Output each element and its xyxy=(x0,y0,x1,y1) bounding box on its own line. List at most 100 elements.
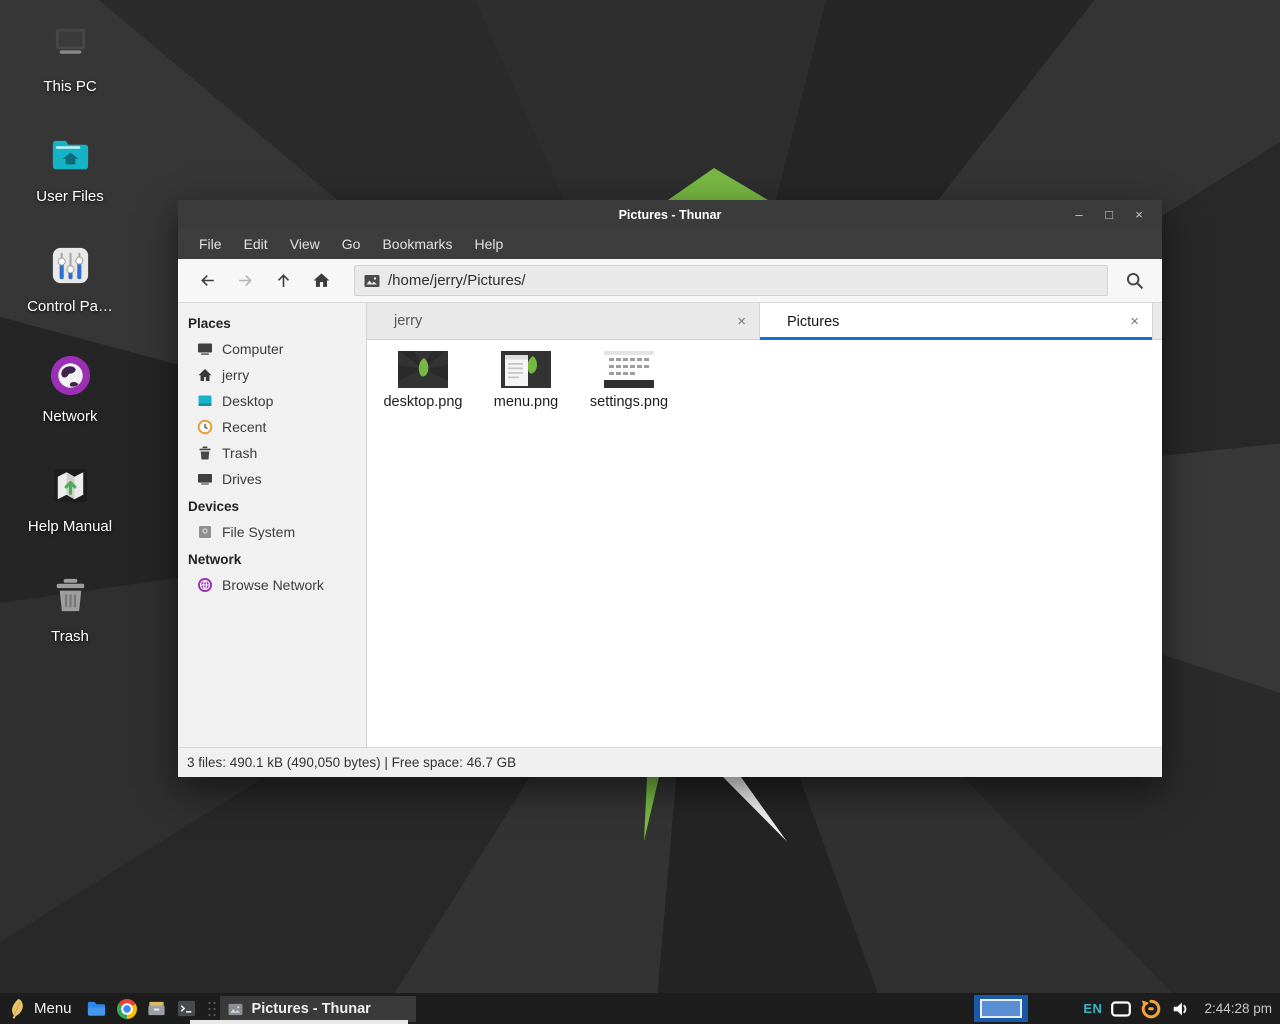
status-text: 3 files: 490.1 kB (490,050 bytes) | Free… xyxy=(187,755,516,770)
menu-edit[interactable]: Edit xyxy=(233,229,279,259)
menu-go[interactable]: Go xyxy=(331,229,372,259)
file-name: desktop.png xyxy=(383,394,462,410)
desktop-icon-help-manual[interactable]: Help Manual xyxy=(14,462,126,562)
sidebar-item-label: Browse Network xyxy=(222,577,324,593)
up-button[interactable] xyxy=(264,264,302,298)
status-bar: 3 files: 490.1 kB (490,050 bytes) | Free… xyxy=(178,747,1162,777)
file-menu-png[interactable]: menu.png xyxy=(476,348,576,410)
tab-label: jerry xyxy=(367,313,422,329)
sidebar-item-trash[interactable]: Trash xyxy=(178,440,366,466)
forward-button[interactable] xyxy=(226,264,264,298)
keyboard-layout-indicator[interactable]: EN xyxy=(1083,1001,1102,1016)
sidebar-item-label: Drives xyxy=(222,471,262,487)
file-desktop-png[interactable]: desktop.png xyxy=(373,348,473,410)
file-manager-icon xyxy=(86,998,107,1019)
start-menu-button[interactable]: Menu xyxy=(0,993,82,1024)
launcher-chrome[interactable] xyxy=(112,993,142,1024)
toolbar: /home/jerry/Pictures/ xyxy=(178,259,1162,303)
sidebar-item-file-system[interactable]: File System xyxy=(178,519,366,545)
image-thumbnail xyxy=(604,351,654,388)
desktop-icon-control-panel[interactable]: Control Pa… xyxy=(14,242,126,342)
desktop-icon-trash[interactable]: Trash xyxy=(14,572,126,672)
tasklist-handle[interactable] xyxy=(207,1000,217,1018)
window-title: Pictures - Thunar xyxy=(178,208,1162,222)
sidebar-item-label: File System xyxy=(222,524,295,540)
search-icon xyxy=(1124,270,1145,291)
close-button[interactable]: × xyxy=(1128,207,1150,222)
back-button[interactable] xyxy=(188,264,226,298)
sidebar-item-label: jerry xyxy=(222,367,249,383)
titlebar[interactable]: Pictures - Thunar – □ × xyxy=(178,200,1162,229)
maximize-button[interactable]: □ xyxy=(1098,207,1120,222)
computer-icon xyxy=(47,22,94,69)
tab-close-icon[interactable]: × xyxy=(1130,314,1139,329)
sidebar-item-label: Trash xyxy=(222,445,257,461)
sidebar-item-browse-network[interactable]: Browse Network xyxy=(178,572,366,598)
recent-clock-icon xyxy=(197,419,213,435)
sidebar-item-label: Computer xyxy=(222,341,283,357)
desktop-icon xyxy=(197,393,213,409)
sidebar-item-computer[interactable]: Computer xyxy=(178,336,366,362)
terminal-icon xyxy=(176,998,197,1019)
search-button[interactable] xyxy=(1116,264,1152,298)
menu-help[interactable]: Help xyxy=(464,229,515,259)
sidebar-item-recent[interactable]: Recent xyxy=(178,414,366,440)
start-menu-label: Menu xyxy=(34,1000,72,1017)
display-icon xyxy=(1111,1001,1131,1017)
manual-book-icon xyxy=(47,462,94,509)
tab-pictures[interactable]: Pictures × xyxy=(760,303,1153,340)
desktop-icon-user-files[interactable]: User Files xyxy=(14,132,126,232)
archive-box-icon xyxy=(146,998,167,1019)
home-icon xyxy=(197,367,213,383)
trash-icon xyxy=(197,445,213,461)
menu-file[interactable]: File xyxy=(188,229,233,259)
window-body: Places Computer jerry Desktop xyxy=(178,303,1162,747)
current-path[interactable]: /home/jerry/Pictures/ xyxy=(388,272,526,289)
tab-close-icon[interactable]: × xyxy=(737,314,746,329)
home-button[interactable] xyxy=(302,264,340,298)
tab-bar: jerry × Pictures × xyxy=(367,303,1162,340)
sidebar-item-drives[interactable]: Drives xyxy=(178,466,366,492)
volume-tray-icon[interactable] xyxy=(1171,999,1191,1019)
menubar: File Edit View Go Bookmarks Help xyxy=(178,229,1162,259)
file-settings-png[interactable]: settings.png xyxy=(579,348,679,410)
sidebar-item-label: Recent xyxy=(222,419,266,435)
desktop-icon-this-pc[interactable]: This PC xyxy=(14,22,126,122)
path-bar[interactable]: /home/jerry/Pictures/ xyxy=(354,265,1108,296)
taskbar: Menu Pictures - Thunar EN xyxy=(0,993,1280,1024)
image-folder-icon xyxy=(364,274,380,288)
desktop-icon-network[interactable]: Network xyxy=(14,352,126,452)
drives-icon xyxy=(197,471,213,487)
computer-icon xyxy=(197,341,213,357)
sidebar: Places Computer jerry Desktop xyxy=(178,303,367,747)
workspace-switcher[interactable] xyxy=(974,995,1028,1022)
sidebar-item-jerry[interactable]: jerry xyxy=(178,362,366,388)
sidebar-item-label: Desktop xyxy=(222,393,273,409)
home-folder-icon xyxy=(47,132,94,179)
launcher-archive-manager[interactable] xyxy=(142,993,172,1024)
trash-can-icon xyxy=(47,572,94,619)
sidebar-item-desktop[interactable]: Desktop xyxy=(178,388,366,414)
tab-label: Pictures xyxy=(760,314,839,330)
taskbar-window-button[interactable]: Pictures - Thunar xyxy=(220,996,416,1022)
globe-icon xyxy=(47,352,94,399)
tab-bar-filler xyxy=(1153,303,1162,340)
chrome-icon xyxy=(117,999,137,1019)
update-refresh-icon xyxy=(1140,998,1162,1020)
launcher-file-manager[interactable] xyxy=(82,993,112,1024)
hard-disk-icon xyxy=(197,524,213,540)
menu-bookmarks[interactable]: Bookmarks xyxy=(371,229,463,259)
feather-logo-icon xyxy=(7,997,26,1020)
taskbar-clock[interactable]: 2:44:28 pm xyxy=(1200,1001,1274,1016)
tab-jerry[interactable]: jerry × xyxy=(367,303,760,340)
display-settings-tray-icon[interactable] xyxy=(1111,1001,1131,1017)
update-manager-tray-icon[interactable] xyxy=(1140,998,1162,1020)
desktop-icon-label: Trash xyxy=(51,628,89,645)
sidebar-header-network: Network xyxy=(178,545,366,572)
arrow-up-icon xyxy=(274,271,293,290)
desktop-icon-column: This PC User Files Control Pa… xyxy=(14,22,126,672)
image-thumbnail xyxy=(398,351,448,388)
menu-view[interactable]: View xyxy=(279,229,331,259)
minimize-button[interactable]: – xyxy=(1068,207,1090,222)
file-view[interactable]: desktop.png xyxy=(367,340,1162,747)
